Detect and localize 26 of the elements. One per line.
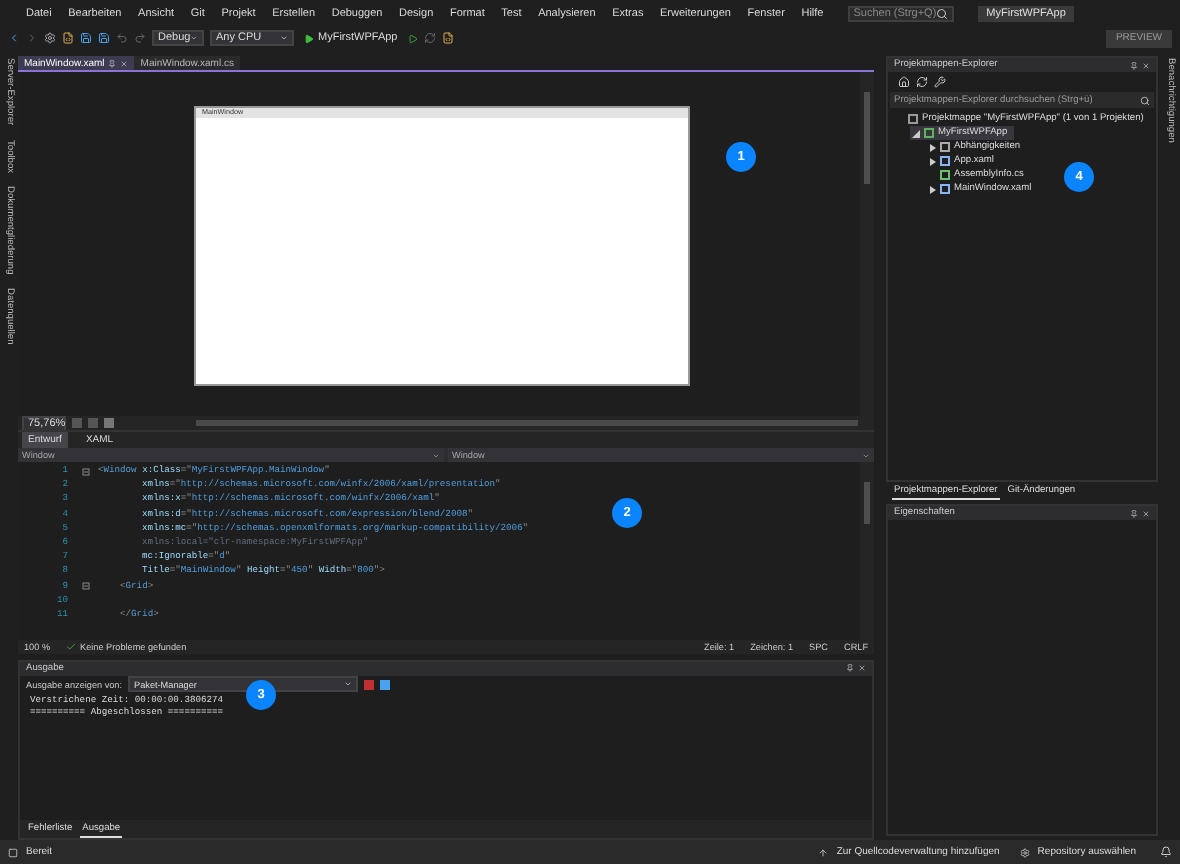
save-icon[interactable] bbox=[80, 32, 92, 44]
play-icon bbox=[304, 33, 314, 43]
back-icon[interactable] bbox=[8, 32, 20, 44]
save-all-icon[interactable] bbox=[98, 32, 110, 44]
play-outline-icon[interactable] bbox=[407, 33, 418, 43]
search-icon bbox=[936, 7, 949, 19]
search-icon bbox=[1140, 95, 1150, 105]
refresh-icon[interactable] bbox=[916, 76, 928, 88]
fold-icon[interactable] bbox=[82, 467, 90, 476]
fold-icon[interactable] bbox=[82, 582, 90, 591]
pin-icon[interactable] bbox=[846, 664, 854, 672]
bell-icon[interactable] bbox=[1160, 846, 1172, 858]
redo-icon[interactable] bbox=[134, 32, 146, 44]
status-icon bbox=[8, 847, 18, 857]
undo-icon[interactable] bbox=[116, 32, 128, 44]
pin-icon bbox=[108, 59, 117, 67]
check-icon bbox=[66, 641, 77, 651]
pin-icon[interactable] bbox=[1130, 509, 1138, 517]
pin-icon[interactable] bbox=[1130, 61, 1138, 69]
file-icon[interactable] bbox=[441, 32, 454, 44]
gear-icon bbox=[1019, 847, 1030, 857]
arrow-up-icon bbox=[818, 847, 829, 857]
home-icon[interactable] bbox=[898, 76, 910, 88]
caret-icon bbox=[190, 34, 198, 42]
wrench-icon[interactable] bbox=[934, 76, 946, 88]
gear-icon[interactable] bbox=[44, 32, 56, 44]
